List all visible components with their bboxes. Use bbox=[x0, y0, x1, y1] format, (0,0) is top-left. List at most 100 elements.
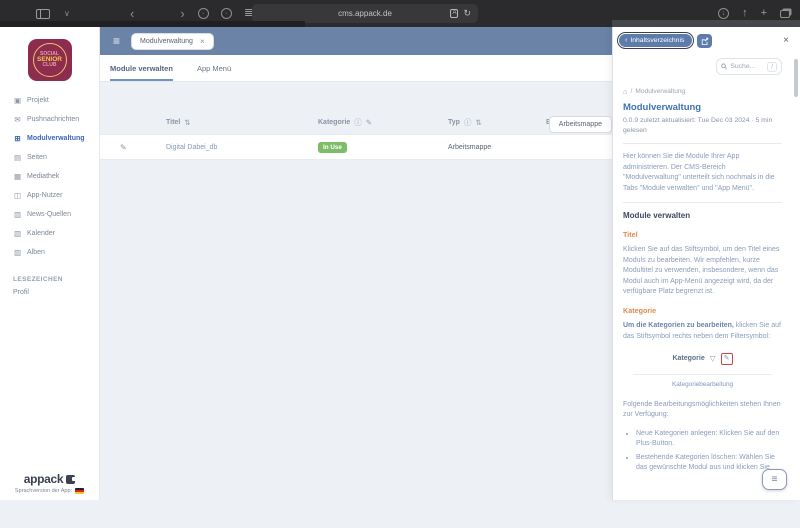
section-tabs: Module verwalten App Menü bbox=[100, 55, 612, 82]
mediathek-icon: ▦ bbox=[13, 172, 22, 181]
news-quellen-icon: ▥ bbox=[13, 210, 22, 219]
sidebar-item-label: App-Nutzer bbox=[27, 192, 62, 199]
list-item: Neue Kategorien anlegen: Klicken Sie auf… bbox=[636, 429, 782, 450]
article-intro: Hier können Sie die Module Ihrer App adm… bbox=[623, 152, 782, 194]
kategorie-subheading: Kategorie bbox=[623, 306, 782, 317]
language-label: Sprachversion der App: bbox=[15, 488, 72, 494]
sidebar-item-label: Kalender bbox=[27, 230, 55, 237]
titel-subheading: Titel bbox=[623, 230, 782, 241]
home-icon[interactable]: ⌂ bbox=[623, 87, 628, 98]
hamburger-icon[interactable]: ≡ bbox=[113, 34, 120, 48]
sidebar-item-kalender[interactable]: ▧ Kalender bbox=[0, 224, 99, 243]
workspace-tab-modulverwaltung[interactable]: Modulverwaltung × bbox=[132, 34, 213, 49]
app-logo: SOCIAL SENIOR CLUB bbox=[28, 39, 72, 81]
module-typ: Arbeitsmappe bbox=[448, 144, 546, 151]
column-typ: Typ bbox=[448, 119, 460, 126]
table-row[interactable]: ✎ Digital Dabei_db In Use Arbeitsmappe bbox=[100, 134, 612, 160]
sidebar-item-label: Modulverwaltung bbox=[27, 135, 85, 142]
column-titel: Titel bbox=[166, 119, 180, 126]
workspace-tab-bar: ≡ Modulverwaltung × bbox=[100, 27, 612, 55]
toc-icon: ≡ bbox=[772, 474, 778, 485]
app-sidebar: SOCIAL SENIOR CLUB ▣ Projekt ✉ Pushnachr… bbox=[0, 27, 100, 500]
sidebar-item-alben[interactable]: ▨ Alben bbox=[0, 243, 99, 262]
sort-icon[interactable]: ⇅ bbox=[475, 118, 481, 127]
kategorie-lead: Um die Kategorien zu bearbeiten, bbox=[623, 322, 734, 329]
highlighted-pencil-icon: ✎ bbox=[721, 353, 733, 365]
sidebar-item-label: Seiten bbox=[27, 154, 47, 161]
sidebar-item-label: Alben bbox=[27, 249, 45, 256]
chrome-strip-right bbox=[612, 20, 800, 27]
breadcrumb-page[interactable]: Modulverwaltung bbox=[635, 87, 685, 98]
info-icon[interactable]: ⓘ bbox=[354, 117, 362, 128]
external-link-icon bbox=[701, 37, 709, 45]
reload-icon[interactable]: ↻ bbox=[463, 8, 471, 19]
titel-paragraph: Klicken Sie auf das Stiftsymbol, um den … bbox=[623, 245, 782, 298]
status-badge: In Use bbox=[318, 142, 347, 153]
sidebar-item-news-quellen[interactable]: ▥ News-Quellen bbox=[0, 205, 99, 224]
breadcrumb: ⌂ / Modulverwaltung bbox=[623, 87, 782, 98]
alben-icon: ▨ bbox=[13, 248, 22, 257]
breadcrumb-separator: / bbox=[631, 87, 633, 98]
sort-icon[interactable]: ⇅ bbox=[184, 118, 190, 127]
forward-icon[interactable]: › bbox=[180, 6, 184, 21]
figure-divider bbox=[633, 374, 772, 375]
close-icon[interactable]: × bbox=[783, 35, 789, 46]
search-icon bbox=[721, 63, 727, 70]
german-flag-icon[interactable] bbox=[75, 488, 84, 494]
open-external-button[interactable] bbox=[697, 34, 712, 48]
arbeitsmappe-filter-button[interactable]: Arbeitsmappe bbox=[549, 116, 612, 133]
sidebar-item-label: Projekt bbox=[27, 97, 49, 104]
translate-icon[interactable]: A bbox=[450, 9, 458, 18]
search-shortcut-badge: / bbox=[767, 62, 777, 72]
table-header: Titel ⇅ Kategorie ⓘ ✎ Typ ⓘ ⇅ Badge bbox=[100, 110, 612, 134]
kalender-icon: ▧ bbox=[13, 229, 22, 238]
sidebar-item-projekt[interactable]: ▣ Projekt bbox=[0, 91, 99, 110]
seiten-icon: ▤ bbox=[13, 153, 22, 162]
search-input[interactable] bbox=[730, 63, 764, 70]
appack-logo: appack bbox=[24, 472, 64, 486]
kategorie-paragraph: Um die Kategorien zu bearbeiten, klicken… bbox=[623, 321, 782, 342]
browser-chrome: ∨ ‹ › ◦ ◦ ≣ cms.appack.de A ↻ ↓ ↑ + bbox=[0, 0, 800, 27]
column-kategorie: Kategorie bbox=[318, 119, 350, 126]
sidebar-footer: appack Sprachversion der App: bbox=[0, 472, 99, 494]
privacy-shield-icon[interactable]: ◦ bbox=[198, 8, 209, 19]
section-heading: Module verwalten bbox=[623, 211, 782, 222]
sidebar-item-seiten[interactable]: ▤ Seiten bbox=[0, 148, 99, 167]
toc-floating-button[interactable]: ≡ bbox=[762, 469, 787, 490]
chevron-down-icon[interactable]: ∨ bbox=[64, 9, 70, 18]
sidebar-item-profil[interactable]: Profil bbox=[0, 285, 99, 300]
sidebar-item-label: Pushnachrichten bbox=[27, 116, 79, 123]
modulverwaltung-icon: ⊞ bbox=[13, 134, 22, 143]
help-article: ⌂ / Modulverwaltung Modulverwaltung 0.0.… bbox=[623, 87, 782, 500]
tab-app-menu[interactable]: App Menü bbox=[197, 55, 231, 81]
list-item: Bestehende Kategorien löschen: Wählen Si… bbox=[636, 453, 782, 474]
inhaltsverzeichnis-button[interactable]: ‹ Inhaltsverzeichnis bbox=[619, 34, 692, 47]
downloads-icon[interactable]: ↓ bbox=[718, 8, 729, 19]
panel-scrollbar[interactable] bbox=[794, 59, 798, 97]
help-panel: ‹ Inhaltsverzeichnis × / ⌂ / Modulverwal… bbox=[612, 27, 800, 500]
sidebar-item-mediathek[interactable]: ▦ Mediathek bbox=[0, 167, 99, 186]
edit-module-icon[interactable]: ✎ bbox=[108, 143, 166, 152]
help-search[interactable]: / bbox=[716, 58, 782, 75]
sidebar-item-pushnachrichten[interactable]: ✉ Pushnachrichten bbox=[0, 110, 99, 129]
workspace-tab-label: Modulverwaltung bbox=[140, 38, 193, 45]
pushnachrichten-icon: ✉ bbox=[13, 115, 22, 124]
sidebar-item-app-nutzer[interactable]: ◫ App-Nutzer bbox=[0, 186, 99, 205]
chevron-left-icon: ‹ bbox=[625, 37, 627, 44]
sidebar-item-modulverwaltung[interactable]: ⊞ Modulverwaltung bbox=[0, 129, 99, 148]
pencil-icon: ✎ bbox=[724, 354, 730, 365]
extension-icon[interactable]: ◦ bbox=[221, 8, 232, 19]
options-intro: Folgende Bearbeitungsmöglichkeiten stehe… bbox=[623, 400, 782, 421]
tab-module-verwalten[interactable]: Module verwalten bbox=[110, 55, 173, 81]
figure-caption[interactable]: Kategoriebearbeitung bbox=[623, 380, 782, 391]
sidebar-item-label: News-Quellen bbox=[27, 211, 71, 218]
browser-sidebar-toggle-icon[interactable] bbox=[36, 9, 50, 19]
divider bbox=[623, 143, 782, 144]
back-icon[interactable]: ‹ bbox=[130, 6, 134, 21]
info-icon[interactable]: ⓘ bbox=[464, 117, 472, 128]
tab-close-icon[interactable]: × bbox=[200, 37, 205, 46]
module-title-link[interactable]: Digital Dabei_db bbox=[166, 144, 318, 151]
edit-categories-icon[interactable]: ✎ bbox=[366, 118, 372, 127]
appack-logo-icon bbox=[66, 475, 75, 484]
tab-overview-icon[interactable] bbox=[780, 10, 790, 18]
